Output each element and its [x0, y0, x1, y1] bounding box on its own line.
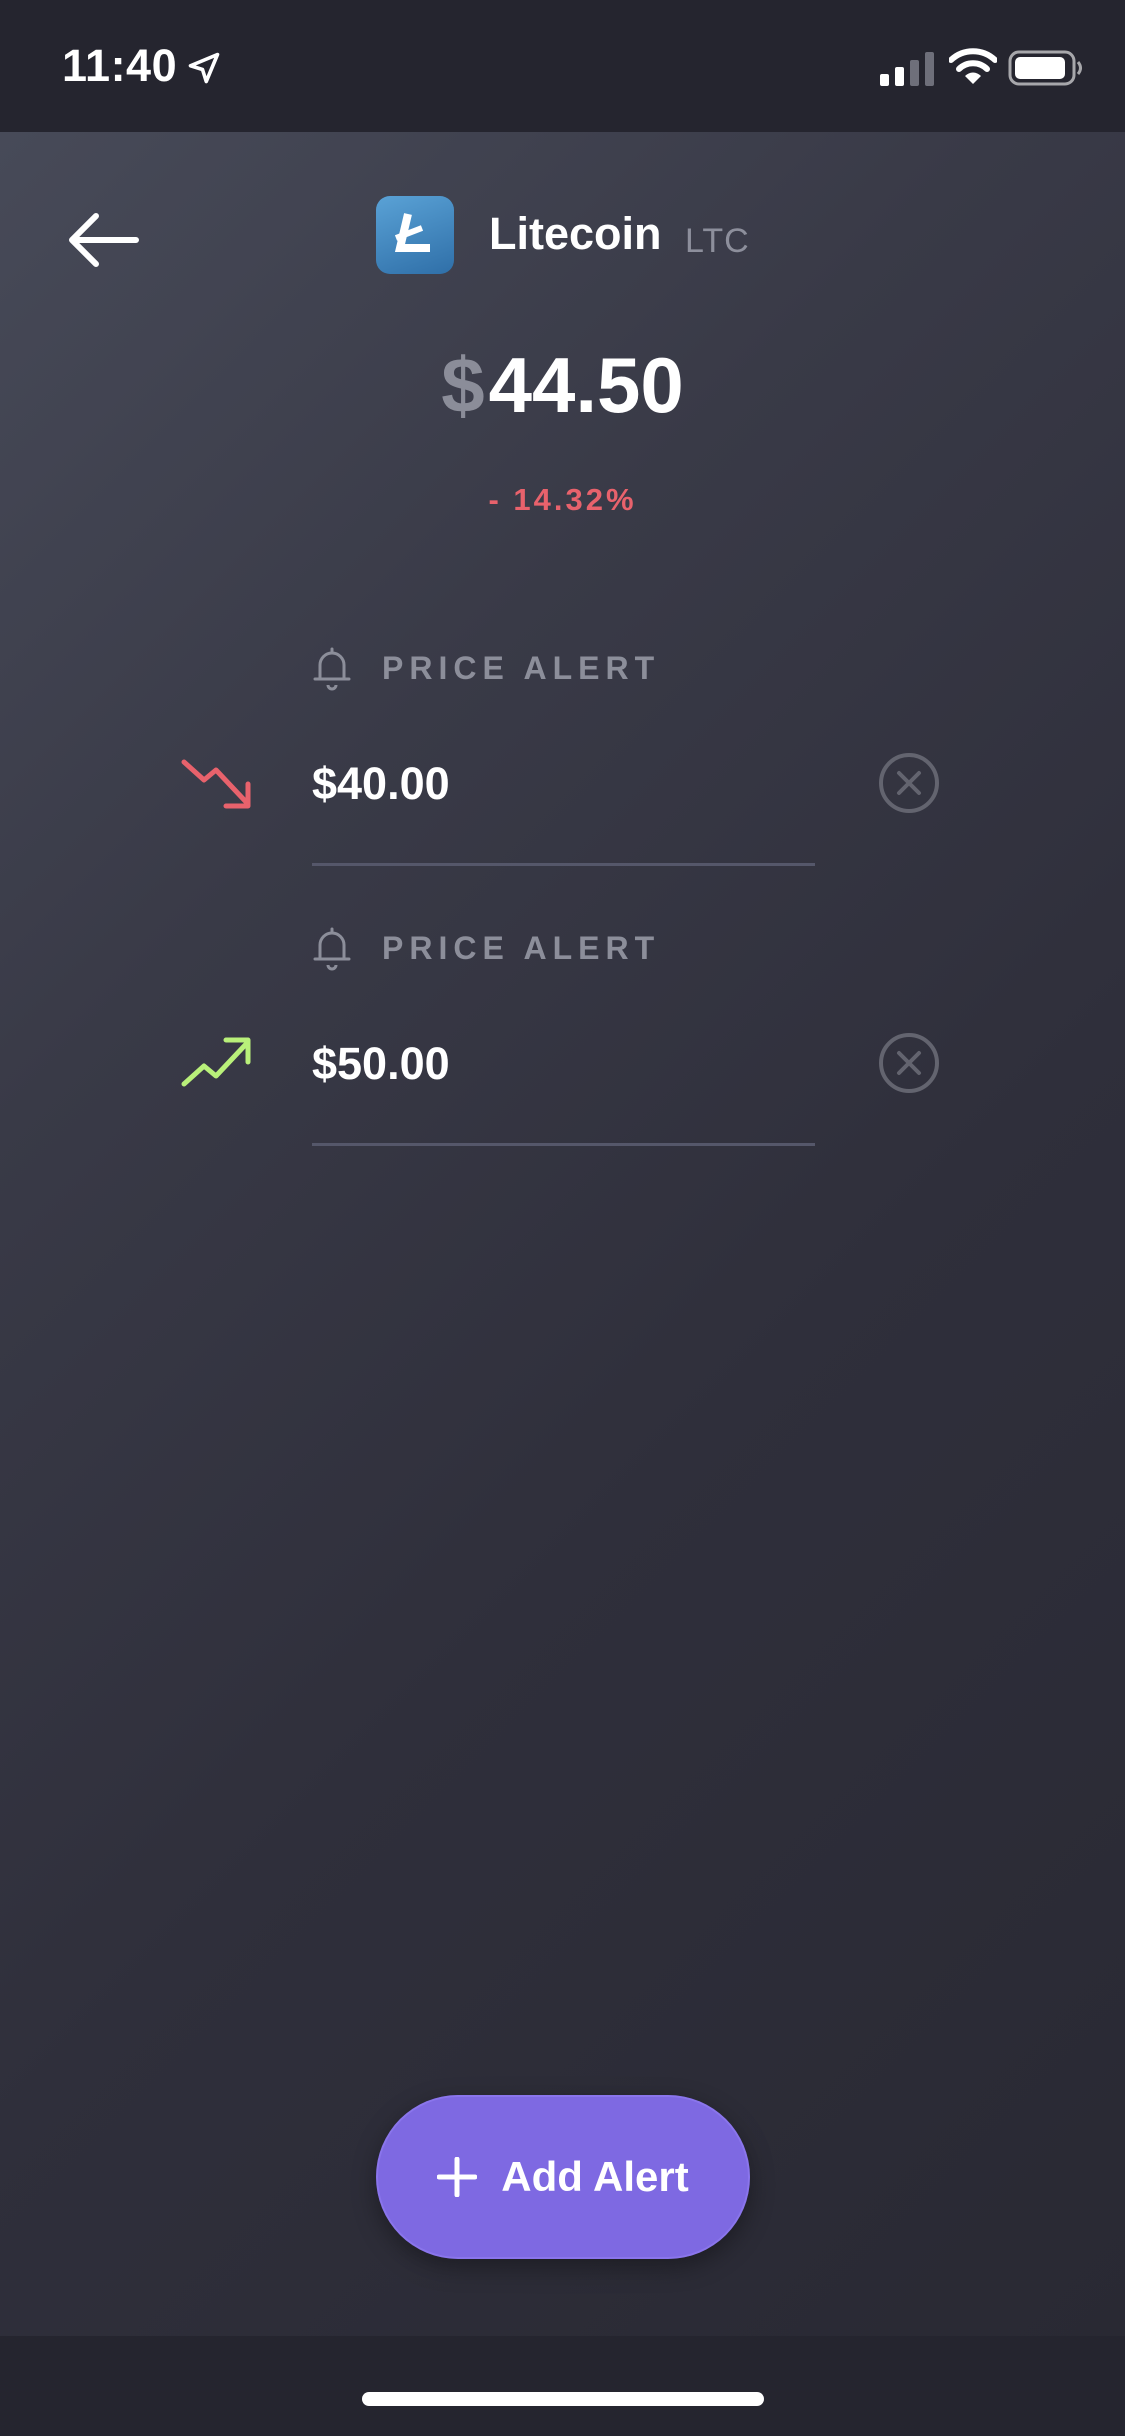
price-alert-label: PRICE ALERT [312, 644, 660, 692]
litecoin-logo [376, 196, 454, 274]
bell-icon [313, 647, 351, 691]
wifi-icon [949, 48, 997, 84]
coin-ticker: LTC [685, 222, 750, 260]
add-alert-button[interactable]: Add Alert [376, 2095, 750, 2259]
litecoin-glyph-icon [394, 213, 430, 252]
current-price: $44.50 [0, 340, 1125, 431]
status-bar: 11:40 [0, 0, 1125, 132]
price-alert-label: PRICE ALERT [312, 924, 660, 972]
price-alert-label-text: PRICE ALERT [382, 929, 661, 966]
battery-icon [1008, 50, 1082, 86]
status-time: 11:40 [62, 40, 178, 91]
bell-icon [313, 927, 351, 971]
trending-up-icon [181, 1037, 251, 1087]
price-currency: $ [441, 341, 485, 429]
bottom-safe-area [0, 2336, 1125, 2436]
alert-input-underline [312, 863, 815, 866]
back-button[interactable] [60, 200, 148, 280]
alerts-screen [0, 132, 1125, 2336]
cellular-signal-icon [880, 52, 934, 86]
alert-price-value[interactable]: $50.00 [312, 1038, 450, 1090]
location-arrow-icon [188, 52, 220, 84]
add-alert-label: Add Alert [501, 2153, 689, 2200]
price-alert-label-text: PRICE ALERT [382, 649, 661, 686]
remove-alert-button[interactable] [878, 1032, 940, 1094]
price-change: - 14.32% [488, 482, 637, 517]
remove-alert-button[interactable] [878, 752, 940, 814]
price-value: 44.50 [488, 341, 684, 429]
plus-icon [437, 2157, 478, 2197]
trending-down-icon [181, 759, 251, 809]
alert-price-value[interactable]: $40.00 [312, 758, 450, 810]
alert-input-underline [312, 1143, 815, 1146]
back-arrow-icon [69, 213, 139, 267]
home-indicator[interactable] [362, 2392, 764, 2406]
coin-name: Litecoin [489, 208, 662, 259]
